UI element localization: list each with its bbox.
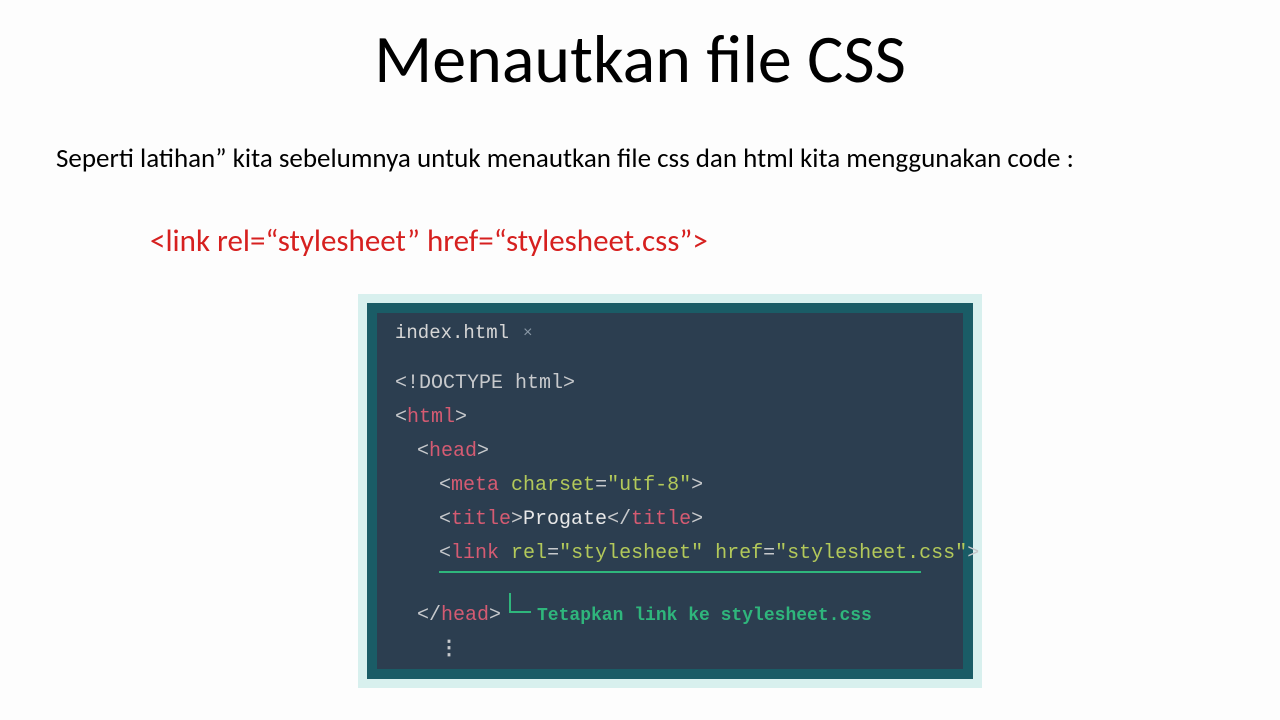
slide-title: Menautkan file CSS — [0, 18, 1280, 101]
callout-connector — [509, 593, 511, 613]
tab-label: index.html — [395, 322, 509, 344]
code-line-html-open: <html> — [395, 401, 945, 435]
editor-frame: index.html × <!DOCTYPE html> <html> <hea… — [367, 303, 973, 679]
code-line-ellipsis: ⋮ — [395, 633, 945, 667]
editor-tab-index-html[interactable]: index.html × — [377, 313, 547, 353]
code-area: <!DOCTYPE html> <html> <head> <meta char… — [377, 353, 963, 669]
code-line-title: <title>Progate</title> — [395, 503, 945, 537]
code-editor-screenshot: index.html × <!DOCTYPE html> <html> <hea… — [358, 294, 982, 688]
close-icon[interactable]: × — [523, 324, 533, 342]
highlight-underline — [439, 571, 921, 573]
callout-text: Tetapkan link ke stylesheet.css — [537, 601, 872, 632]
intro-paragraph: Seperti latihan” kita sebelumnya untuk m… — [56, 142, 1220, 177]
code-line-link: <link rel="stylesheet" href="stylesheet.… — [395, 537, 945, 571]
editor-tab-bar: index.html × — [377, 313, 963, 353]
code-line-doctype: <!DOCTYPE html> — [395, 367, 945, 401]
slide: Menautkan file CSS Seperti latihan” kita… — [0, 0, 1280, 720]
link-tag-example: <link rel=“stylesheet” href=“stylesheet.… — [150, 222, 708, 260]
code-line-head-open: <head> — [395, 435, 945, 469]
code-line-meta: <meta charset="utf-8"> — [395, 469, 945, 503]
